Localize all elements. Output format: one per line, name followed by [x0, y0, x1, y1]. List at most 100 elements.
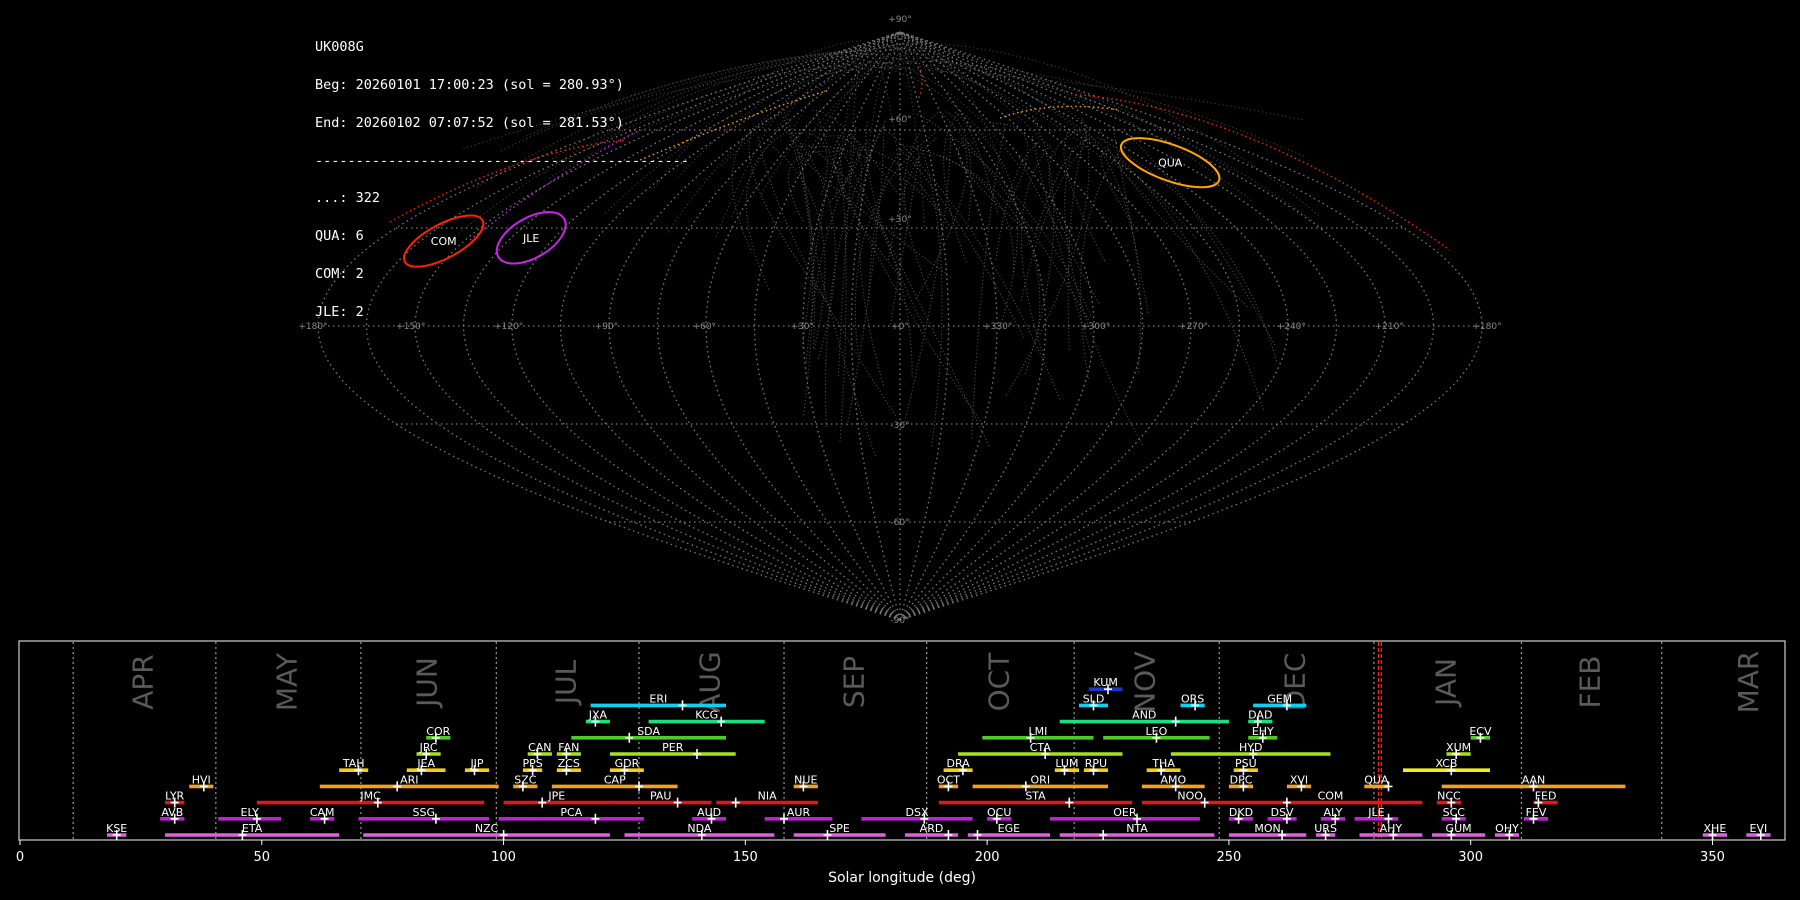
shower-peak-eri [678, 700, 687, 711]
shower-peak-nta [1099, 830, 1108, 840]
shower-label-eri: ERI [649, 692, 667, 705]
x-tick-label: 250 [1216, 850, 1241, 865]
shower-label-dpc: DPC [1230, 773, 1253, 786]
shower-label-gdr: GDR [615, 757, 640, 770]
shower-bars: KUM ERI SLD ORS GEM JXA KCG AND DAD COR SDA LMI LEO E… [106, 676, 1771, 840]
shower-peak-jpe [538, 797, 547, 808]
shower-peak-and [1171, 716, 1180, 727]
shower-peak-sta [1065, 797, 1074, 808]
shower-label-gem: GEM [1267, 692, 1292, 705]
shower-peak-nia [731, 797, 740, 808]
shower-label-ard: ARD [920, 822, 944, 835]
x-axis-label: Solar longitude (deg) [828, 870, 976, 886]
shower-label-zcs: ZCS [558, 757, 580, 770]
shower-label-jle: JLE [1367, 806, 1384, 819]
shower-label-ahy: AHY [1380, 822, 1403, 835]
shower-label-jmc: JMC [359, 790, 381, 803]
shower-label-com: COM [1318, 790, 1344, 803]
shower-label-amo: AMO [1160, 773, 1186, 786]
shower-label-aur: AUR [787, 806, 811, 819]
shower-label-sld: SLD [1083, 692, 1105, 705]
shower-label-evi: EVI [1750, 822, 1768, 835]
shower-label-jip: JIP [469, 757, 483, 770]
shower-label-ori: ORI [1031, 773, 1051, 786]
shower-label-fev: FEV [1526, 806, 1547, 819]
month-label: SEP [837, 656, 870, 708]
shower-label-qua: QUA [1364, 773, 1389, 786]
shower-label-ncc: NCC [1437, 790, 1461, 803]
shower-label-ecv: ECV [1469, 725, 1492, 738]
shower-label-jpe: JPE [547, 790, 565, 803]
shower-label-xcb: XCB [1436, 757, 1458, 770]
shower-label-oct: OCT [937, 773, 960, 786]
shower-label-lum: LUM [1055, 757, 1078, 770]
shower-label-noo: NOO [1177, 790, 1203, 803]
shower-label-kse: KSE [106, 822, 127, 835]
shower-label-kcg: KCG [695, 709, 718, 722]
shower-peak-nzc [499, 830, 508, 840]
shower-label-tha: THA [1151, 757, 1175, 770]
x-tick-label: 0 [16, 850, 24, 865]
shower-peak-per [693, 749, 701, 759]
shower-label-cam: CAM [310, 806, 335, 819]
shower-timeline: APR MAY JUN JUL AUG SEP OCT NOV DEC JAN FEB MAR KUM… [16, 640, 1786, 886]
shower-label-ssg: SSG [413, 806, 436, 819]
shower-label-leo: LEO [1146, 725, 1168, 738]
x-tick-label: 200 [975, 850, 1000, 865]
shower-label-lyr: LYR [165, 790, 184, 803]
shower-peak-pau [673, 797, 682, 808]
shower-label-spe: SPE [829, 822, 850, 835]
shower-label-gum: GUM [1446, 822, 1472, 835]
shower-label-eta: ETA [242, 822, 263, 835]
shower-label-oer: OER [1113, 806, 1137, 819]
shower-peak-ard [944, 830, 953, 840]
month-label: APR [127, 654, 160, 710]
shower-label-nta: NTA [1126, 822, 1148, 835]
month-label: JUN [411, 657, 444, 709]
month-label: JUL [550, 659, 583, 706]
shower-label-xum: XUM [1446, 741, 1471, 754]
shower-label-urs: URS [1314, 822, 1337, 835]
shower-label-nzc: NZC [475, 822, 499, 835]
shower-label-aud: AUD [697, 806, 721, 819]
x-tick-label: 50 [254, 850, 271, 865]
shower-label-rpu: RPU [1085, 757, 1107, 770]
shower-label-nda: NDA [687, 822, 712, 835]
shower-peak-pca [591, 813, 600, 824]
shower-label-jea: JEA [416, 757, 435, 770]
shower-label-per: PER [662, 741, 684, 754]
x-tick-label: 100 [491, 850, 516, 865]
shower-label-fan: FAN [558, 741, 579, 754]
shower-label-dra: DRA [946, 757, 970, 770]
shower-label-hyd: HYD [1239, 741, 1262, 754]
shower-label-ohy: OHY [1495, 822, 1519, 835]
shower-peak-cap [635, 781, 643, 792]
shower-label-mon: MON [1254, 822, 1280, 835]
shower-label-tah: TAH [342, 757, 365, 770]
shower-peak-kcg [717, 716, 726, 727]
shower-label-sda: SDA [637, 725, 660, 738]
month-label: AUG [694, 651, 727, 712]
x-tick-label: 150 [733, 850, 758, 865]
month-label: MAR [1732, 651, 1765, 714]
shower-label-ely: ELY [241, 806, 260, 819]
month-label: NOV [1129, 651, 1162, 713]
shower-label-xhe: XHE [1704, 822, 1727, 835]
shower-label-ocu: OCU [987, 806, 1011, 819]
month-label: OCT [982, 652, 1015, 712]
month-label: FEB [1574, 655, 1607, 708]
shower-label-cta: CTA [1030, 741, 1052, 754]
shower-label-jrc: JRC [419, 741, 438, 754]
shower-label-jxa: JXA [588, 709, 608, 722]
shower-peak-sda [625, 732, 634, 743]
shower-label-dad: DAD [1248, 709, 1272, 722]
shower-label-szc: SZC [514, 773, 537, 786]
shower-label-dsv: DSV [1271, 806, 1294, 819]
shower-label-pca: PCA [560, 806, 582, 819]
shower-label-xvi: XVI [1290, 773, 1308, 786]
shower-label-pps: PPS [522, 757, 542, 770]
shower-label-nue: NUE [794, 773, 817, 786]
shower-label-and: AND [1132, 709, 1156, 722]
shower-peak-ege [973, 830, 982, 840]
x-tick-label: 350 [1700, 850, 1725, 865]
